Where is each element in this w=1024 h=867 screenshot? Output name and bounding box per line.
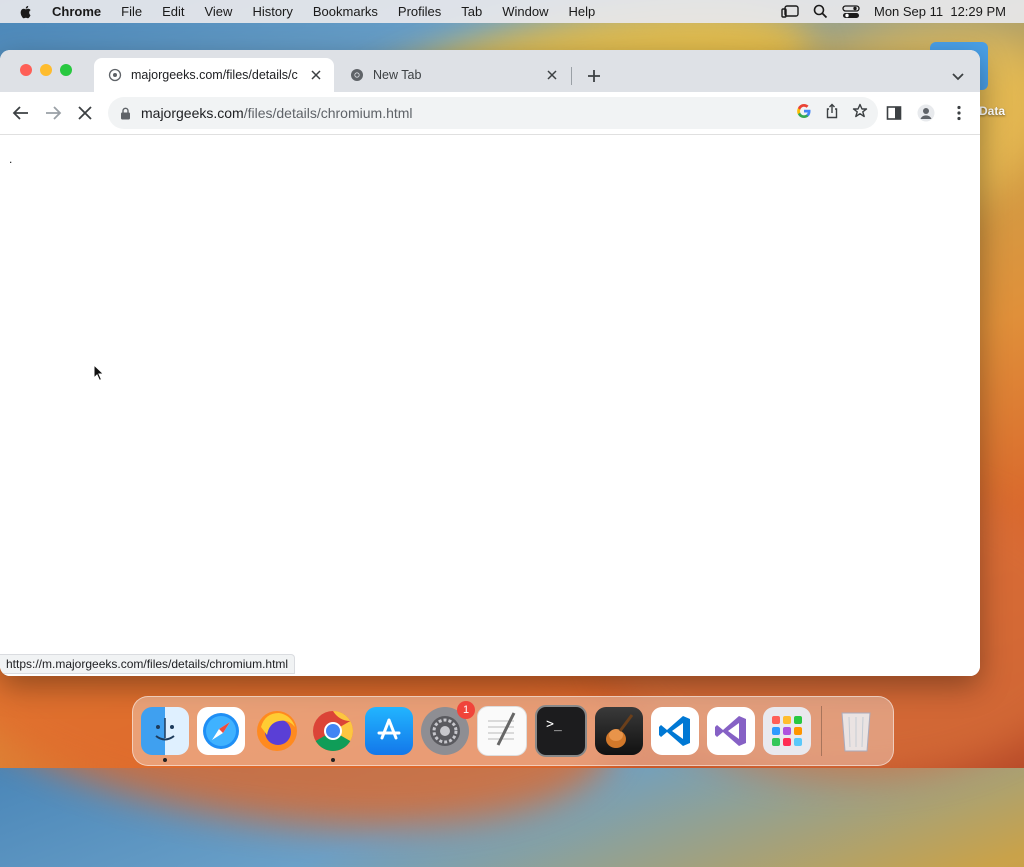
dock: 1 >_ bbox=[132, 696, 894, 766]
google-lens-icon[interactable] bbox=[796, 103, 812, 119]
menubar-clock[interactable]: Mon Sep 11 12:29 PM bbox=[874, 4, 1006, 19]
dock-separator bbox=[821, 706, 822, 756]
apple-menu-icon[interactable] bbox=[18, 4, 34, 20]
new-tab-plus-icon[interactable] bbox=[584, 66, 604, 86]
chrome-favicon-icon bbox=[351, 69, 363, 81]
finder-icon[interactable] bbox=[141, 707, 189, 762]
share-icon[interactable] bbox=[824, 103, 840, 119]
spotlight-search-icon[interactable] bbox=[813, 4, 828, 19]
tab-strip: majorgeeks.com/files/details/c New Tab bbox=[0, 50, 980, 92]
trash-icon[interactable] bbox=[832, 707, 880, 755]
firefox-icon[interactable] bbox=[253, 707, 301, 755]
status-bubble: https://m.majorgeeks.com/files/details/c… bbox=[0, 654, 296, 674]
bookmark-star-icon[interactable] bbox=[852, 103, 868, 119]
stop-loading-icon[interactable] bbox=[74, 102, 96, 124]
tab-close-icon[interactable] bbox=[544, 67, 560, 83]
tab-title: majorgeeks.com/files/details/c bbox=[131, 68, 298, 82]
status-url: https://m.majorgeeks.com/files/details/c… bbox=[6, 657, 289, 671]
address-url[interactable]: majorgeeks.com/files/details/chromium.ht… bbox=[141, 105, 413, 121]
menu-tab[interactable]: Tab bbox=[461, 4, 482, 19]
safari-icon[interactable] bbox=[197, 707, 245, 755]
menu-bar: Chrome File Edit View History Bookmarks … bbox=[0, 0, 1024, 23]
visual-studio-icon[interactable] bbox=[707, 707, 755, 755]
browser-toolbar: majorgeeks.com/files/details/chromium.ht… bbox=[0, 92, 980, 135]
system-settings-icon[interactable]: 1 bbox=[421, 701, 475, 755]
tab-search-chevron-icon[interactable] bbox=[948, 66, 968, 86]
menu-history[interactable]: History bbox=[252, 4, 292, 19]
page-text: . bbox=[9, 152, 13, 166]
tab-majorgeeks[interactable]: majorgeeks.com/files/details/c bbox=[94, 58, 334, 92]
tab-close-icon[interactable] bbox=[308, 67, 324, 83]
notification-badge: 1 bbox=[457, 701, 475, 719]
address-path: /files/details/chromium.html bbox=[243, 105, 413, 121]
menu-help[interactable]: Help bbox=[569, 4, 596, 19]
tab-new-tab[interactable]: New Tab bbox=[336, 58, 570, 92]
page-content: . bbox=[0, 135, 980, 676]
window-zoom-button[interactable] bbox=[60, 64, 72, 76]
loading-favicon-icon bbox=[108, 68, 122, 82]
lock-icon[interactable] bbox=[120, 107, 131, 120]
profile-avatar-icon[interactable] bbox=[915, 102, 937, 124]
menu-bookmarks[interactable]: Bookmarks bbox=[313, 4, 378, 19]
window-minimize-button[interactable] bbox=[40, 64, 52, 76]
address-bar[interactable]: majorgeeks.com/files/details/chromium.ht… bbox=[108, 97, 878, 129]
tab-title: New Tab bbox=[373, 68, 422, 82]
tab-separator bbox=[571, 67, 572, 85]
chrome-window: majorgeeks.com/files/details/c New Tab m… bbox=[0, 50, 980, 676]
chrome-icon[interactable] bbox=[309, 707, 357, 762]
forward-arrow-icon[interactable] bbox=[42, 102, 64, 124]
terminal-icon[interactable]: >_ bbox=[535, 705, 587, 757]
app-store-icon[interactable] bbox=[365, 707, 413, 755]
side-panel-icon[interactable] bbox=[883, 102, 905, 124]
menu-file[interactable]: File bbox=[121, 4, 142, 19]
textedit-icon[interactable] bbox=[477, 706, 527, 756]
running-indicator bbox=[163, 758, 167, 762]
menu-edit[interactable]: Edit bbox=[162, 4, 184, 19]
stage-manager-icon[interactable] bbox=[781, 4, 799, 19]
menu-view[interactable]: View bbox=[204, 4, 232, 19]
desktop-folder-label[interactable]: Data bbox=[979, 104, 1005, 118]
back-arrow-icon[interactable] bbox=[10, 102, 32, 124]
running-indicator bbox=[331, 758, 335, 762]
garageband-icon[interactable] bbox=[595, 707, 643, 755]
more-menu-icon[interactable] bbox=[948, 102, 970, 124]
control-center-icon[interactable] bbox=[842, 4, 860, 19]
launchpad-icon[interactable] bbox=[763, 707, 811, 755]
address-host: majorgeeks.com bbox=[141, 105, 244, 121]
menu-window[interactable]: Window bbox=[502, 4, 548, 19]
window-close-button[interactable] bbox=[20, 64, 32, 76]
mouse-pointer-icon bbox=[93, 364, 105, 382]
menu-app-name[interactable]: Chrome bbox=[52, 4, 101, 19]
vscode-icon[interactable] bbox=[651, 707, 699, 755]
menu-profiles[interactable]: Profiles bbox=[398, 4, 441, 19]
